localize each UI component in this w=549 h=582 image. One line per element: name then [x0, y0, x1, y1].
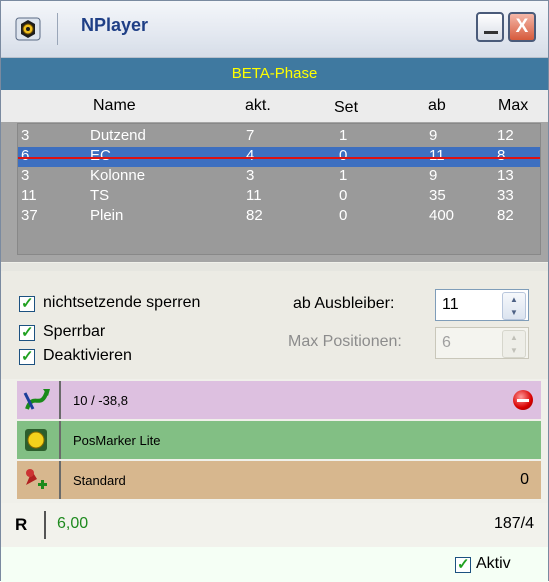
- ausbleiber-label: ab Ausbleiber:: [293, 295, 395, 312]
- cell-akt: 82: [246, 207, 263, 224]
- cell-name: TS: [90, 187, 110, 204]
- minimize-button[interactable]: [476, 12, 504, 42]
- cell-id: 3: [21, 167, 30, 184]
- spin-up-icon: ▲: [510, 333, 518, 342]
- table-row[interactable]: 3 Kolonne 3 1 9 13: [18, 167, 540, 187]
- cell-name: Plein: [90, 207, 124, 224]
- column-header-akt[interactable]: akt.: [245, 97, 271, 115]
- stop-icon[interactable]: [513, 390, 533, 410]
- cell-ab: 11: [429, 147, 445, 164]
- nichtsetzende-sperren-label[interactable]: nichtsetzende sperren: [43, 294, 200, 312]
- ausbleiber-stepper[interactable]: 11 ▲ ▼: [435, 289, 529, 321]
- title-separator: [57, 13, 58, 45]
- deaktivieren-checkbox[interactable]: [19, 347, 35, 365]
- table-header: Name akt. Set ab Max: [1, 90, 548, 122]
- sperrbar-label[interactable]: Sperrbar: [43, 323, 105, 341]
- strikethrough-line: [18, 157, 540, 159]
- progression-row[interactable]: 10 / -38,8: [17, 381, 541, 419]
- spin-down-icon[interactable]: ▼: [503, 306, 525, 319]
- cell-akt: 7: [246, 127, 255, 144]
- spin-down-icon: ▼: [510, 346, 518, 355]
- nplayer-window: NPlayer X BETA-Phase Name akt. Set ab Ma…: [0, 0, 549, 582]
- progression-icon[interactable]: [17, 381, 61, 419]
- column-header-set[interactable]: Set: [334, 99, 358, 117]
- column-header-name[interactable]: Name: [93, 97, 136, 115]
- cell-akt: 11: [246, 187, 262, 204]
- close-button[interactable]: X: [508, 12, 536, 42]
- cell-set: 0: [339, 147, 348, 164]
- bet-table[interactable]: 3 Dutzend 7 1 9 12 6 EC 4 0 11 8 3 Kolon…: [17, 123, 541, 255]
- nichtsetzende-sperren-checkbox[interactable]: [19, 294, 35, 312]
- cell-set: 1: [339, 127, 348, 144]
- status-footer: R 6,00 187/4: [1, 503, 548, 547]
- posmarker-text: PosMarker Lite: [73, 433, 161, 448]
- cell-name: Dutzend: [90, 127, 146, 144]
- column-header-max[interactable]: Max: [498, 97, 528, 115]
- cell-max: 82: [497, 207, 514, 224]
- cell-max: 8: [497, 147, 506, 164]
- bottom-bar: Aktiv: [1, 547, 548, 582]
- count-value: 187/4: [493, 515, 534, 532]
- column-header-ab[interactable]: ab: [428, 97, 446, 115]
- section-divider: [1, 263, 548, 271]
- cell-set: 0: [339, 187, 348, 204]
- cell-id: 11: [21, 187, 37, 204]
- max-positionen-spin: ▲ ▼: [502, 330, 526, 358]
- progression-text: 10 / -38,8: [73, 393, 128, 408]
- cell-ab: 35: [429, 187, 446, 204]
- cell-name: Kolonne: [90, 167, 146, 184]
- footer-separator: [44, 511, 46, 539]
- max-positionen-label: Max Positionen:: [288, 333, 402, 350]
- cell-ab: 9: [429, 127, 438, 144]
- spin-up-icon[interactable]: ▲: [503, 293, 525, 306]
- table-row-selected[interactable]: 6 EC 4 0 11 8: [18, 147, 540, 167]
- r-label: R: [15, 515, 28, 534]
- deaktivieren-label[interactable]: Deaktivieren: [43, 347, 132, 365]
- ausbleiber-value: 11: [442, 296, 459, 313]
- cell-akt: 4: [246, 147, 255, 164]
- strategy-row[interactable]: Standard 0: [17, 461, 541, 499]
- cell-id: 3: [21, 127, 30, 144]
- cell-set: 1: [339, 167, 348, 184]
- posmarker-row[interactable]: PosMarker Lite: [17, 421, 541, 459]
- yellow-circle-icon[interactable]: [17, 421, 61, 459]
- cell-id: 37: [21, 207, 38, 224]
- sperrbar-checkbox[interactable]: [19, 323, 35, 341]
- strategy-text: Standard: [73, 473, 126, 488]
- cell-name: EC: [90, 147, 111, 164]
- cell-max: 12: [497, 127, 514, 144]
- cell-ab: 9: [429, 167, 438, 184]
- minimize-icon: [484, 31, 498, 34]
- options-panel: nichtsetzende sperren Sperrbar Deaktivie…: [1, 271, 548, 379]
- title-bar[interactable]: NPlayer X: [1, 1, 548, 58]
- cell-ab: 400: [429, 207, 455, 224]
- window-title: NPlayer: [81, 15, 149, 35]
- max-positionen-value: 6: [442, 334, 451, 351]
- strategy-value: 0: [520, 471, 529, 488]
- strategy-icon[interactable]: [17, 461, 61, 499]
- table-row[interactable]: 11 TS 11 0 35 33: [18, 187, 540, 207]
- cell-akt: 3: [246, 167, 255, 184]
- cell-set: 0: [339, 207, 348, 224]
- cell-max: 13: [497, 167, 514, 184]
- table-row[interactable]: 3 Dutzend 7 1 9 12: [18, 127, 540, 147]
- aktiv-label[interactable]: Aktiv: [476, 555, 511, 573]
- cell-id: 6: [21, 147, 30, 164]
- max-positionen-stepper: 6 ▲ ▼: [435, 327, 529, 359]
- cell-max: 33: [497, 187, 514, 204]
- ausbleiber-spin[interactable]: ▲ ▼: [502, 292, 526, 320]
- app-icon[interactable]: [15, 17, 41, 41]
- aktiv-checkbox[interactable]: [455, 555, 471, 573]
- phase-bar: BETA-Phase: [1, 58, 548, 90]
- phase-label: BETA-Phase: [231, 65, 318, 82]
- r-value: 6,00: [57, 515, 89, 532]
- table-row[interactable]: 37 Plein 82 0 400 82: [18, 207, 540, 227]
